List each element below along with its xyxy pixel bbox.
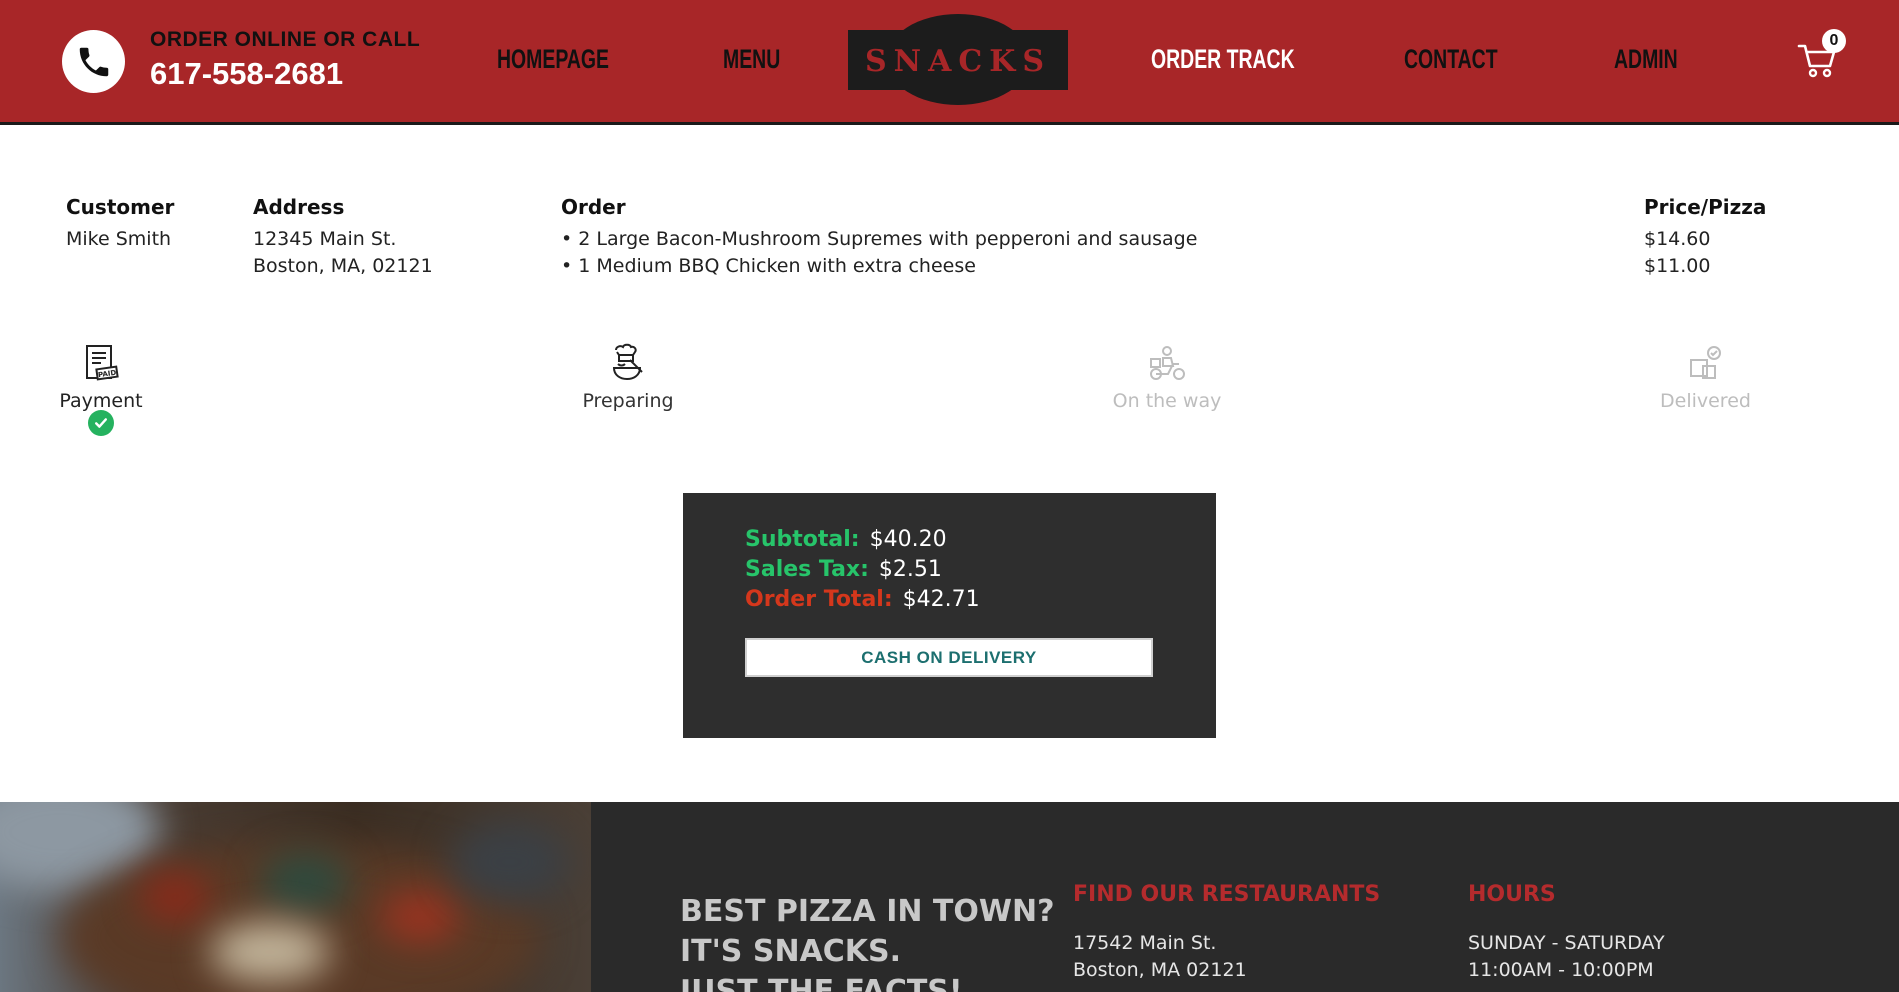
address-header: Address (253, 195, 345, 219)
check-icon (88, 410, 114, 436)
step-label: Preparing (582, 390, 674, 412)
logo-text: SNACKS (865, 44, 1051, 79)
subtotal-label: Subtotal: (745, 527, 860, 552)
chef-cooking-icon (612, 343, 643, 381)
nav-admin[interactable]: ADMIN (1614, 44, 1678, 75)
pizza-photo (0, 802, 591, 992)
order-total-value: $42.71 (902, 587, 980, 612)
site-footer: BEST PIZZA IN TOWN? IT'S SNACKS. JUST TH… (0, 802, 1899, 992)
address-line1: 12345 Main St. (253, 228, 397, 250)
phone-icon (62, 30, 125, 93)
customer-name: Mike Smith (66, 228, 172, 250)
item-price: $14.60 (1644, 228, 1711, 250)
step-preparing: Preparing (578, 342, 678, 412)
logo[interactable]: SNACKS (848, 14, 1068, 105)
step-payment: PAID Payment (58, 342, 144, 412)
nav-order-track[interactable]: ORDER TRACK (1151, 44, 1295, 75)
order-total-label: Order Total: (745, 587, 893, 612)
tax-row: Sales Tax: $2.51 (745, 557, 942, 582)
call-label: ORDER ONLINE OR CALL (150, 28, 421, 51)
step-on-the-way: On the way (1112, 342, 1222, 412)
nav-contact[interactable]: CONTACT (1404, 44, 1498, 75)
hours-heading: HOURS (1468, 882, 1556, 907)
footer-slogan: BEST PIZZA IN TOWN? IT'S SNACKS. JUST TH… (680, 894, 1055, 992)
address-line2: Boston, MA, 02121 (253, 255, 433, 277)
delivery-scooter-icon (1150, 346, 1185, 380)
order-item: • 1 Medium BBQ Chicken with extra cheese (561, 255, 976, 277)
step-label: Delivered (1660, 390, 1751, 412)
tax-label: Sales Tax: (745, 557, 869, 582)
step-label: Payment (59, 390, 143, 412)
customer-header: Customer (66, 195, 175, 219)
hours-text: SUNDAY - SATURDAY 11:00AM - 10:00PM (1468, 932, 1665, 981)
step-delivered: Delivered (1660, 342, 1751, 412)
item-price: $11.00 (1644, 255, 1711, 277)
subtotal-value: $40.20 (869, 527, 947, 552)
cash-on-delivery-button[interactable]: CASH ON DELIVERY (745, 638, 1153, 677)
phone-number[interactable]: 617-558-2681 (150, 56, 343, 92)
order-header: Order (561, 195, 626, 219)
price-header: Price/Pizza (1644, 195, 1767, 219)
nav-menu[interactable]: MENU (723, 44, 780, 75)
restaurant-address: 17542 Main St. Boston, MA 02121 (1073, 932, 1247, 981)
site-header: ORDER ONLINE OR CALL 617-558-2681 HOMEPA… (0, 0, 1899, 125)
totals-panel: Subtotal: $40.20 Sales Tax: $2.51 Order To… (683, 493, 1216, 738)
step-label: On the way (1112, 390, 1222, 412)
order-total-row: Order Total: $42.71 (745, 587, 980, 612)
subtotal-row: Subtotal: $40.20 (745, 527, 947, 552)
tax-value: $2.51 (878, 557, 942, 582)
nav-homepage[interactable]: HOMEPAGE (497, 44, 609, 75)
restaurants-heading: FIND OUR RESTAURANTS (1073, 882, 1381, 907)
cart-count-badge: 0 (1822, 29, 1846, 53)
receipt-paid-icon: PAID (86, 345, 119, 381)
delivered-box-icon (1690, 346, 1721, 379)
order-item: • 2 Large Bacon-Mushroom Supremes with p… (561, 228, 1198, 250)
